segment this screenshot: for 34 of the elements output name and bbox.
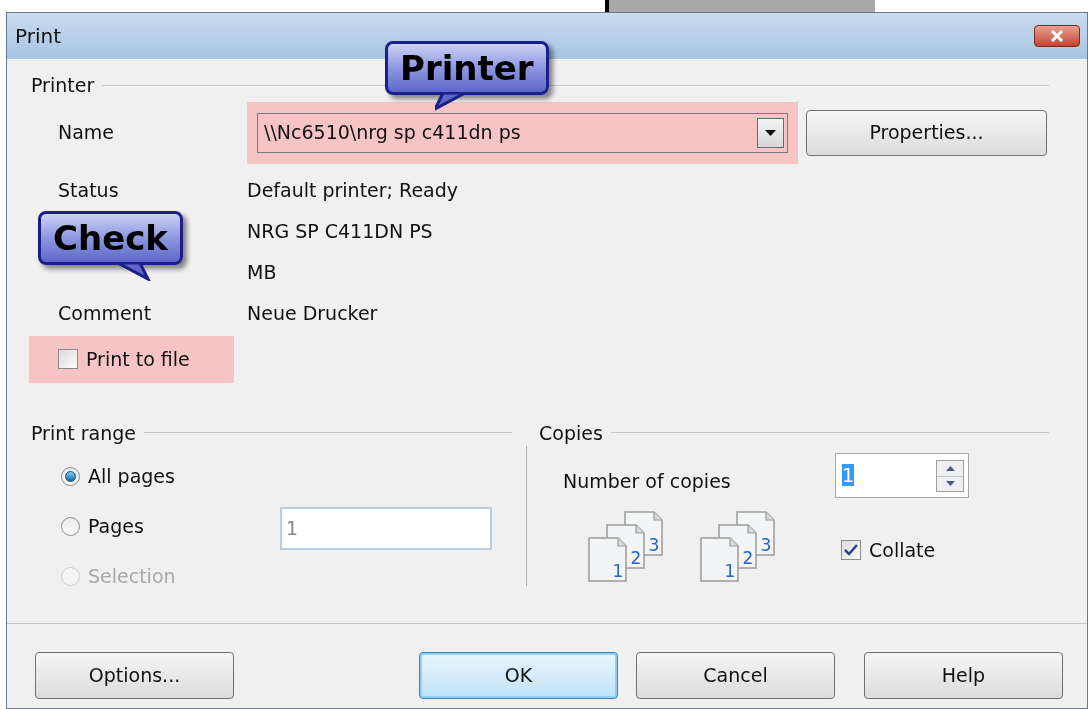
- properties-button[interactable]: Properties...: [806, 109, 1047, 156]
- field-value: MB: [247, 259, 277, 285]
- checkbox-label: Print to file: [86, 346, 190, 372]
- checkbox[interactable]: [841, 540, 861, 561]
- caret-up-icon: [945, 465, 955, 471]
- radio-button[interactable]: [61, 516, 80, 536]
- radio-label: All pages: [88, 463, 175, 489]
- copies-label: Number of copies: [563, 469, 732, 494]
- field-value: NRG SP C411DN PS: [247, 218, 433, 244]
- caret-icon: [765, 129, 776, 136]
- group-label: Print range: [31, 420, 136, 446]
- radio-label: Pages: [88, 513, 144, 539]
- checkbox-label: Collate: [869, 538, 936, 563]
- field-value: Default printer; Ready: [247, 177, 459, 203]
- window-title: Print: [15, 23, 62, 50]
- dialog-button[interactable]: OK: [419, 652, 618, 699]
- dialog-button[interactable]: Options...: [35, 652, 234, 699]
- field-label: Status: [58, 178, 119, 201]
- group-label: Copies: [539, 420, 603, 446]
- checkbox[interactable]: [58, 349, 78, 369]
- close-icon: [1050, 30, 1064, 42]
- field-value: Neue Drucker: [247, 300, 378, 326]
- up-arrow-button[interactable]: [937, 460, 963, 476]
- group-label: Printer: [31, 73, 95, 98]
- radio-label: Selection: [88, 563, 176, 589]
- close-button[interactable]: [1034, 25, 1080, 47]
- field-label: Comment: [58, 301, 152, 324]
- radio-button[interactable]: [61, 466, 80, 486]
- dropdown-button[interactable]: [757, 117, 784, 148]
- printer-select[interactable]: \\Nc6510\nrg sp c411dn ps: [257, 112, 788, 153]
- field-label: Name: [58, 121, 115, 144]
- caret-down-icon: [945, 481, 955, 486]
- dialog-button[interactable]: Cancel: [636, 652, 835, 699]
- dialog-button[interactable]: Help: [864, 652, 1063, 699]
